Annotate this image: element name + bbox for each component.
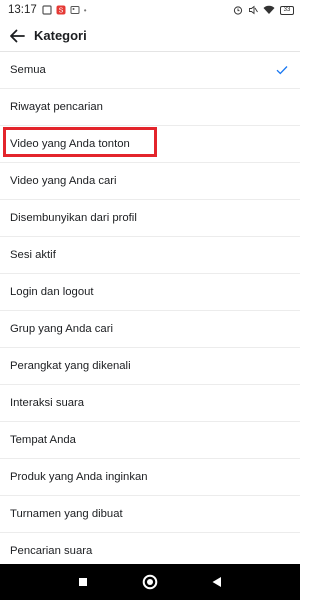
notification-icon — [42, 5, 52, 15]
category-label: Sesi aktif — [10, 249, 56, 261]
recents-button[interactable] — [71, 570, 95, 594]
category-label: Video yang Anda tonton — [10, 138, 130, 150]
category-label: Disembunyikan dari profil — [10, 212, 137, 224]
category-label: Tempat Anda — [10, 434, 76, 446]
status-time: 13:17 — [8, 4, 37, 16]
category-label: Pencarian suara — [10, 545, 93, 557]
system-navigation-bar — [0, 564, 300, 600]
more-notifications-icon: • — [83, 5, 87, 15]
checkmark-icon — [276, 66, 288, 75]
arrow-left-icon — [10, 29, 25, 42]
category-item-turnamen[interactable]: Turnamen yang dibuat — [0, 496, 300, 533]
alarm-icon — [233, 6, 243, 15]
category-label: Perangkat yang dikenali — [10, 360, 131, 372]
category-item-tempat[interactable]: Tempat Anda — [0, 422, 300, 459]
category-label: Riwayat pencarian — [10, 101, 103, 113]
category-item-video-ditonton[interactable]: Video yang Anda tonton — [0, 126, 300, 163]
square-icon — [79, 578, 88, 586]
circle-icon — [142, 574, 158, 590]
category-item-semua[interactable]: Semua — [0, 52, 300, 89]
wifi-icon — [263, 5, 275, 14]
category-item-disembunyikan[interactable]: Disembunyikan dari profil — [0, 200, 300, 237]
category-item-produk[interactable]: Produk yang Anda inginkan — [0, 459, 300, 496]
category-item-riwayat-pencarian[interactable]: Riwayat pencarian — [0, 89, 300, 126]
page-title: Kategori — [34, 28, 87, 43]
category-label: Semua — [10, 64, 46, 76]
category-item-grup-dicari[interactable]: Grup yang Anda cari — [0, 311, 300, 348]
category-item-perangkat[interactable]: Perangkat yang dikenali — [0, 348, 300, 385]
category-label: Turnamen yang dibuat — [10, 508, 123, 520]
category-label: Interaksi suara — [10, 397, 85, 409]
app-bar: Kategori — [0, 20, 300, 52]
back-button[interactable] — [0, 20, 34, 52]
category-label: Video yang Anda cari — [10, 175, 117, 187]
mute-icon — [249, 5, 258, 15]
back-nav-button[interactable] — [205, 570, 229, 594]
status-bar: 13:17 S • 33 — [0, 0, 300, 20]
category-item-sesi-aktif[interactable]: Sesi aktif — [0, 237, 300, 274]
category-item-video-dicari[interactable]: Video yang Anda cari — [0, 163, 300, 200]
home-button[interactable] — [138, 570, 162, 594]
category-label: Produk yang Anda inginkan — [10, 471, 148, 483]
svg-text:S: S — [58, 8, 63, 15]
photo-notification-icon — [70, 6, 80, 14]
app-notification-icon: S — [56, 5, 66, 15]
triangle-back-icon — [212, 577, 222, 587]
battery-icon: 33 — [280, 5, 294, 15]
category-list: Semua Riwayat pencarian Video yang Anda … — [0, 52, 300, 570]
category-item-login-logout[interactable]: Login dan logout — [0, 274, 300, 311]
category-label: Grup yang Anda cari — [10, 323, 113, 335]
category-label: Login dan logout — [10, 286, 94, 298]
category-item-interaksi-suara[interactable]: Interaksi suara — [0, 385, 300, 422]
